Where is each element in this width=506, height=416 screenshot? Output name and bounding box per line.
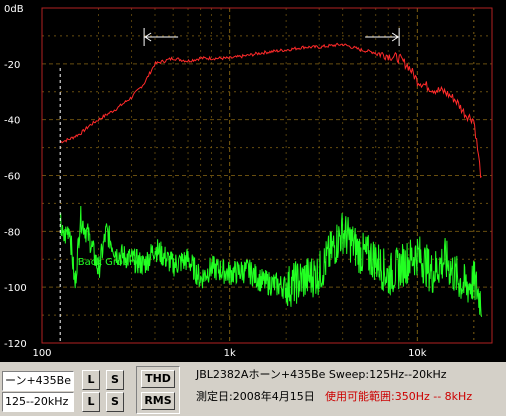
stereo-button-1[interactable]: S — [106, 370, 124, 390]
thd-button[interactable]: THD — [141, 370, 175, 388]
y-tick-label: -100 — [4, 283, 27, 294]
background-annotation: Back Ground — [78, 257, 142, 268]
plot-canvas: 0dB -20 -40 -60 -80 -100 -120 100 1k 10k Back Grou… — [4, 4, 493, 359]
usable-range: 使用可能範囲:350Hz -- 8kHz — [325, 390, 473, 403]
x-tick-label: 10k — [408, 348, 427, 359]
control-panel: ーン+435Be 125--20kHz L S L S THD RMS JBL2… — [0, 362, 506, 416]
y-tick-label: -80 — [4, 227, 20, 238]
range-field[interactable]: 125--20kHz — [2, 392, 74, 412]
label-layer: 0dB -20 -40 -60 -80 -100 -120 100 1k 10k Back Grou… — [4, 4, 427, 359]
y-tick-label: -20 — [4, 60, 20, 71]
frequency-response-plot: 0dB -20 -40 -60 -80 -100 -120 100 1k 10k Back Grou… — [0, 0, 506, 362]
stereo-button-2[interactable]: S — [106, 392, 124, 412]
left-channel-button-2[interactable]: L — [82, 392, 100, 412]
grid-layer — [41, 7, 493, 344]
model-field[interactable]: ーン+435Be — [2, 371, 74, 391]
rms-button[interactable]: RMS — [141, 392, 175, 410]
y-tick-label: 0dB — [4, 4, 24, 15]
response-series-line — [59, 42, 482, 179]
measurement-title: JBL2382Aホーン+435Be Sweep:125Hz--20kHz — [196, 368, 447, 381]
measurement-date: 測定日:2008年4月15日 — [196, 390, 315, 403]
x-tick-label: 1k — [224, 348, 236, 359]
y-tick-label: -60 — [4, 172, 20, 183]
series-layer — [59, 42, 483, 317]
y-tick-label: -40 — [4, 116, 20, 127]
x-tick-label: 100 — [32, 348, 51, 359]
left-channel-button-1[interactable]: L — [82, 370, 100, 390]
y-tick-label: -120 — [4, 339, 27, 350]
